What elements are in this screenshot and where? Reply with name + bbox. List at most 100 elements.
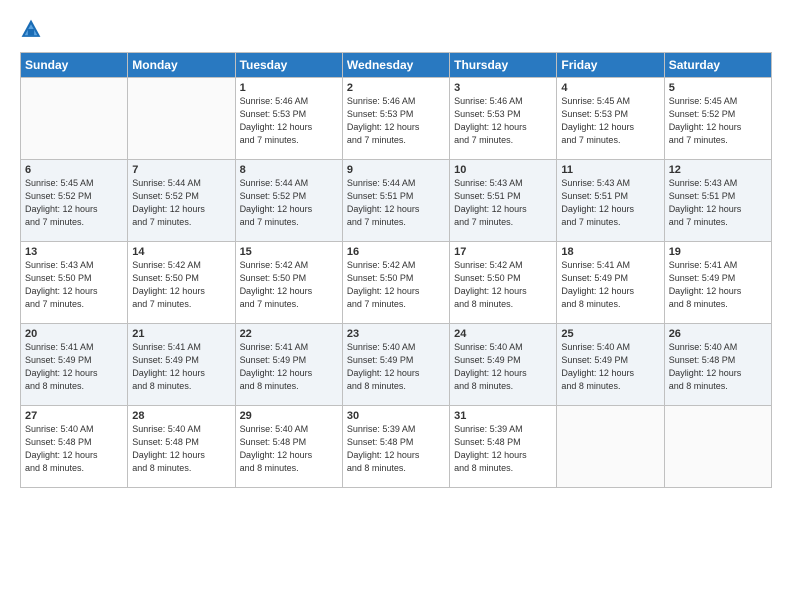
day-detail: Sunrise: 5:45 AM Sunset: 5:53 PM Dayligh…	[561, 95, 659, 147]
day-number: 8	[240, 164, 338, 176]
day-number: 17	[454, 246, 552, 258]
logo-icon	[20, 18, 42, 40]
day-number: 21	[132, 328, 230, 340]
day-number: 2	[347, 82, 445, 94]
day-detail: Sunrise: 5:40 AM Sunset: 5:48 PM Dayligh…	[669, 341, 767, 393]
day-detail: Sunrise: 5:39 AM Sunset: 5:48 PM Dayligh…	[454, 423, 552, 475]
calendar-cell: 2Sunrise: 5:46 AM Sunset: 5:53 PM Daylig…	[342, 78, 449, 160]
calendar-cell: 9Sunrise: 5:44 AM Sunset: 5:51 PM Daylig…	[342, 160, 449, 242]
day-detail: Sunrise: 5:40 AM Sunset: 5:49 PM Dayligh…	[561, 341, 659, 393]
calendar-week-3: 13Sunrise: 5:43 AM Sunset: 5:50 PM Dayli…	[21, 242, 772, 324]
day-detail: Sunrise: 5:43 AM Sunset: 5:51 PM Dayligh…	[454, 177, 552, 229]
day-number: 14	[132, 246, 230, 258]
day-detail: Sunrise: 5:45 AM Sunset: 5:52 PM Dayligh…	[25, 177, 123, 229]
day-detail: Sunrise: 5:40 AM Sunset: 5:48 PM Dayligh…	[240, 423, 338, 475]
calendar-cell: 1Sunrise: 5:46 AM Sunset: 5:53 PM Daylig…	[235, 78, 342, 160]
day-detail: Sunrise: 5:42 AM Sunset: 5:50 PM Dayligh…	[240, 259, 338, 311]
calendar-cell: 3Sunrise: 5:46 AM Sunset: 5:53 PM Daylig…	[450, 78, 557, 160]
day-detail: Sunrise: 5:43 AM Sunset: 5:51 PM Dayligh…	[669, 177, 767, 229]
calendar-cell	[128, 78, 235, 160]
day-detail: Sunrise: 5:46 AM Sunset: 5:53 PM Dayligh…	[347, 95, 445, 147]
day-detail: Sunrise: 5:40 AM Sunset: 5:49 PM Dayligh…	[347, 341, 445, 393]
day-number: 4	[561, 82, 659, 94]
day-number: 24	[454, 328, 552, 340]
day-number: 28	[132, 410, 230, 422]
weekday-header-monday: Monday	[128, 53, 235, 78]
calendar-cell: 24Sunrise: 5:40 AM Sunset: 5:49 PM Dayli…	[450, 324, 557, 406]
calendar-cell: 22Sunrise: 5:41 AM Sunset: 5:49 PM Dayli…	[235, 324, 342, 406]
day-detail: Sunrise: 5:43 AM Sunset: 5:51 PM Dayligh…	[561, 177, 659, 229]
day-detail: Sunrise: 5:44 AM Sunset: 5:52 PM Dayligh…	[132, 177, 230, 229]
day-detail: Sunrise: 5:41 AM Sunset: 5:49 PM Dayligh…	[25, 341, 123, 393]
day-number: 3	[454, 82, 552, 94]
weekday-header-sunday: Sunday	[21, 53, 128, 78]
day-number: 26	[669, 328, 767, 340]
day-number: 6	[25, 164, 123, 176]
calendar-cell	[21, 78, 128, 160]
calendar-cell: 20Sunrise: 5:41 AM Sunset: 5:49 PM Dayli…	[21, 324, 128, 406]
day-number: 1	[240, 82, 338, 94]
day-detail: Sunrise: 5:42 AM Sunset: 5:50 PM Dayligh…	[347, 259, 445, 311]
day-detail: Sunrise: 5:42 AM Sunset: 5:50 PM Dayligh…	[454, 259, 552, 311]
calendar-cell: 16Sunrise: 5:42 AM Sunset: 5:50 PM Dayli…	[342, 242, 449, 324]
day-detail: Sunrise: 5:42 AM Sunset: 5:50 PM Dayligh…	[132, 259, 230, 311]
weekday-header-saturday: Saturday	[664, 53, 771, 78]
day-number: 19	[669, 246, 767, 258]
calendar-cell: 14Sunrise: 5:42 AM Sunset: 5:50 PM Dayli…	[128, 242, 235, 324]
calendar-week-2: 6Sunrise: 5:45 AM Sunset: 5:52 PM Daylig…	[21, 160, 772, 242]
day-number: 15	[240, 246, 338, 258]
day-number: 31	[454, 410, 552, 422]
calendar-cell: 7Sunrise: 5:44 AM Sunset: 5:52 PM Daylig…	[128, 160, 235, 242]
day-detail: Sunrise: 5:46 AM Sunset: 5:53 PM Dayligh…	[454, 95, 552, 147]
calendar-cell: 18Sunrise: 5:41 AM Sunset: 5:49 PM Dayli…	[557, 242, 664, 324]
calendar-cell: 13Sunrise: 5:43 AM Sunset: 5:50 PM Dayli…	[21, 242, 128, 324]
day-detail: Sunrise: 5:44 AM Sunset: 5:51 PM Dayligh…	[347, 177, 445, 229]
day-detail: Sunrise: 5:46 AM Sunset: 5:53 PM Dayligh…	[240, 95, 338, 147]
calendar-cell: 19Sunrise: 5:41 AM Sunset: 5:49 PM Dayli…	[664, 242, 771, 324]
calendar-cell	[664, 406, 771, 488]
weekday-header-row: SundayMondayTuesdayWednesdayThursdayFrid…	[21, 53, 772, 78]
calendar-cell: 27Sunrise: 5:40 AM Sunset: 5:48 PM Dayli…	[21, 406, 128, 488]
calendar-cell: 17Sunrise: 5:42 AM Sunset: 5:50 PM Dayli…	[450, 242, 557, 324]
day-number: 20	[25, 328, 123, 340]
calendar-cell: 15Sunrise: 5:42 AM Sunset: 5:50 PM Dayli…	[235, 242, 342, 324]
calendar-cell: 8Sunrise: 5:44 AM Sunset: 5:52 PM Daylig…	[235, 160, 342, 242]
calendar-cell: 26Sunrise: 5:40 AM Sunset: 5:48 PM Dayli…	[664, 324, 771, 406]
header	[20, 18, 772, 40]
day-detail: Sunrise: 5:44 AM Sunset: 5:52 PM Dayligh…	[240, 177, 338, 229]
day-detail: Sunrise: 5:41 AM Sunset: 5:49 PM Dayligh…	[561, 259, 659, 311]
calendar-table: SundayMondayTuesdayWednesdayThursdayFrid…	[20, 52, 772, 488]
day-detail: Sunrise: 5:41 AM Sunset: 5:49 PM Dayligh…	[240, 341, 338, 393]
day-number: 9	[347, 164, 445, 176]
day-number: 5	[669, 82, 767, 94]
weekday-header-thursday: Thursday	[450, 53, 557, 78]
day-detail: Sunrise: 5:43 AM Sunset: 5:50 PM Dayligh…	[25, 259, 123, 311]
day-number: 22	[240, 328, 338, 340]
day-number: 30	[347, 410, 445, 422]
day-detail: Sunrise: 5:39 AM Sunset: 5:48 PM Dayligh…	[347, 423, 445, 475]
calendar-cell: 11Sunrise: 5:43 AM Sunset: 5:51 PM Dayli…	[557, 160, 664, 242]
calendar-cell: 25Sunrise: 5:40 AM Sunset: 5:49 PM Dayli…	[557, 324, 664, 406]
calendar-cell: 12Sunrise: 5:43 AM Sunset: 5:51 PM Dayli…	[664, 160, 771, 242]
day-number: 12	[669, 164, 767, 176]
weekday-header-friday: Friday	[557, 53, 664, 78]
day-detail: Sunrise: 5:41 AM Sunset: 5:49 PM Dayligh…	[669, 259, 767, 311]
calendar-cell: 5Sunrise: 5:45 AM Sunset: 5:52 PM Daylig…	[664, 78, 771, 160]
day-detail: Sunrise: 5:40 AM Sunset: 5:49 PM Dayligh…	[454, 341, 552, 393]
day-number: 29	[240, 410, 338, 422]
calendar-cell: 28Sunrise: 5:40 AM Sunset: 5:48 PM Dayli…	[128, 406, 235, 488]
calendar-week-5: 27Sunrise: 5:40 AM Sunset: 5:48 PM Dayli…	[21, 406, 772, 488]
day-detail: Sunrise: 5:41 AM Sunset: 5:49 PM Dayligh…	[132, 341, 230, 393]
calendar-cell: 30Sunrise: 5:39 AM Sunset: 5:48 PM Dayli…	[342, 406, 449, 488]
weekday-header-tuesday: Tuesday	[235, 53, 342, 78]
weekday-header-wednesday: Wednesday	[342, 53, 449, 78]
page: SundayMondayTuesdayWednesdayThursdayFrid…	[0, 0, 792, 612]
day-number: 13	[25, 246, 123, 258]
calendar-cell: 4Sunrise: 5:45 AM Sunset: 5:53 PM Daylig…	[557, 78, 664, 160]
day-number: 11	[561, 164, 659, 176]
calendar-week-4: 20Sunrise: 5:41 AM Sunset: 5:49 PM Dayli…	[21, 324, 772, 406]
calendar-cell: 21Sunrise: 5:41 AM Sunset: 5:49 PM Dayli…	[128, 324, 235, 406]
calendar-cell: 6Sunrise: 5:45 AM Sunset: 5:52 PM Daylig…	[21, 160, 128, 242]
day-number: 16	[347, 246, 445, 258]
day-detail: Sunrise: 5:40 AM Sunset: 5:48 PM Dayligh…	[25, 423, 123, 475]
